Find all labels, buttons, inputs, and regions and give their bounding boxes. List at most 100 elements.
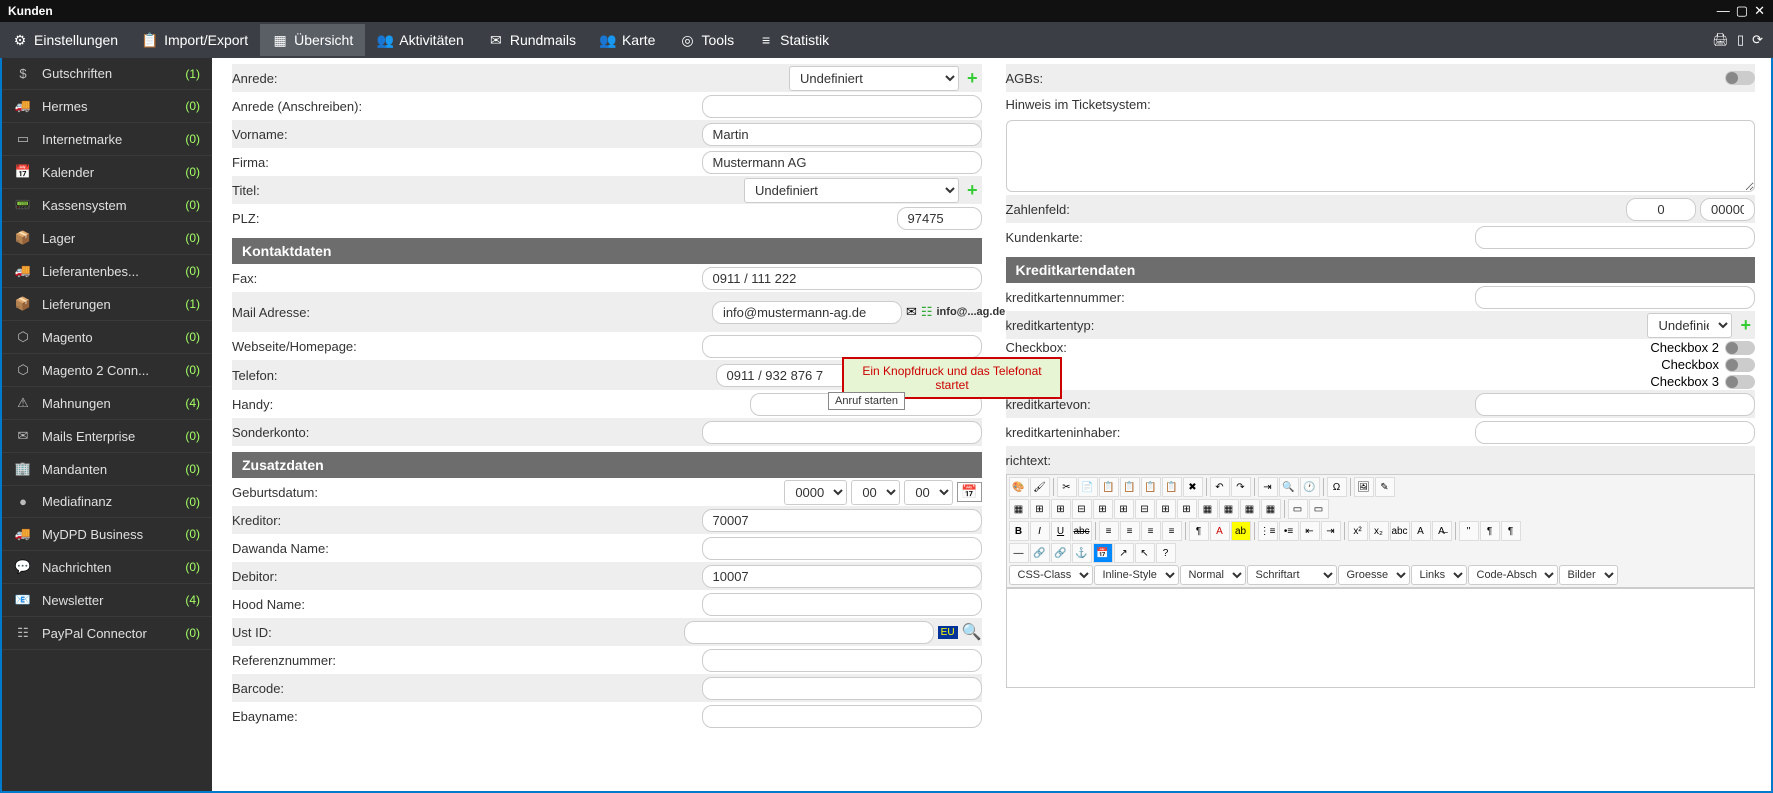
mail-server-icon[interactable]: ☷ (921, 304, 933, 320)
rt-align-left-icon[interactable]: ≡ (1099, 521, 1119, 541)
kktyp-select[interactable]: Undefiniert (1647, 313, 1732, 338)
sidebar-item-nachrichten[interactable]: 💬Nachrichten(0) (2, 551, 212, 584)
rt-align-right-icon[interactable]: ≡ (1141, 521, 1161, 541)
sidebar-item-lieferantenbes[interactable]: 🚚Lieferantenbes...(0) (2, 255, 212, 288)
rt-find-icon[interactable]: 🔍 (1279, 477, 1299, 497)
sidebar-item-mandanten[interactable]: 🏢Mandanten(0) (2, 453, 212, 486)
menu-einstellungen[interactable]: ⚙Einstellungen (0, 24, 130, 56)
rt-underline-icon[interactable]: U (1051, 521, 1071, 541)
rt-images-select[interactable]: Bilder (1559, 565, 1618, 585)
rt-cell2-icon[interactable]: ▦ (1219, 499, 1239, 519)
rt-layout2-icon[interactable]: ▭ (1309, 499, 1329, 519)
menu-statistik[interactable]: ≡Statistik (746, 24, 841, 56)
sidebar-item-paypal[interactable]: ☷PayPal Connector(0) (2, 617, 212, 650)
sidebar-item-kassensystem[interactable]: 📟Kassensystem(0) (2, 189, 212, 222)
rt-strike-icon[interactable]: abc (1072, 521, 1092, 541)
menu-aktivitaeten[interactable]: 👥Aktivitäten (365, 24, 476, 56)
device-icon[interactable]: ▯ (1737, 32, 1744, 48)
rt-size-select[interactable]: Groesse (1338, 565, 1410, 585)
rt-cursor-icon[interactable]: ↖ (1135, 543, 1155, 563)
checkbox3-toggle[interactable] (1725, 375, 1755, 389)
rt-cssclass-select[interactable]: CSS-Class (1009, 565, 1093, 585)
rt-clearfmt-icon[interactable]: A̶ (1432, 521, 1452, 541)
add-titel-button[interactable]: + (963, 180, 982, 201)
sidebar-item-gutschriften[interactable]: $Gutschriften(1) (2, 58, 212, 90)
rt-layout-icon[interactable]: ▭ (1288, 499, 1308, 519)
rt-indent-icon[interactable]: ⇥ (1321, 521, 1341, 541)
rt-ltr-icon[interactable]: ¶ (1189, 521, 1209, 541)
rt-paste-icon[interactable]: 📋 (1099, 477, 1119, 497)
rt-paste3-icon[interactable]: 📋 (1141, 477, 1161, 497)
rt-outdent-icon[interactable]: ⇤ (1300, 521, 1320, 541)
rt-row3-icon[interactable]: ⊟ (1072, 499, 1092, 519)
menu-rundmails[interactable]: ✉Rundmails (476, 24, 588, 56)
vorname-input[interactable] (702, 123, 982, 146)
rt-copy-icon[interactable]: 📄 (1078, 477, 1098, 497)
rt-normal-select[interactable]: Normal (1180, 565, 1246, 585)
sidebar-item-mails[interactable]: ✉Mails Enterprise(0) (2, 420, 212, 453)
add-kktyp-button[interactable]: + (1736, 315, 1755, 336)
sidebar-item-lieferungen[interactable]: 📦Lieferungen(1) (2, 288, 212, 321)
rt-links-select[interactable]: Links (1411, 565, 1467, 585)
rt-arrow-icon[interactable]: ↗ (1114, 543, 1134, 563)
rt-col3-icon[interactable]: ⊟ (1135, 499, 1155, 519)
rt-clock-icon[interactable]: 🕐 (1300, 477, 1320, 497)
rt-col-icon[interactable]: ⊞ (1093, 499, 1113, 519)
referenz-input[interactable] (702, 649, 982, 672)
anrede-select[interactable]: Undefiniert (789, 66, 959, 91)
print-icon[interactable]: 🖨 (1712, 32, 1729, 48)
eu-flag-icon[interactable]: EU (938, 626, 958, 639)
mail-input[interactable] (712, 301, 902, 324)
richtext-body[interactable] (1006, 588, 1756, 688)
rt-anchor-icon[interactable]: ⚓ (1072, 543, 1092, 563)
rt-split-icon[interactable]: ⊞ (1156, 499, 1176, 519)
rt-merge-icon[interactable]: ⊞ (1177, 499, 1197, 519)
rt-ul-icon[interactable]: •≡ (1279, 521, 1299, 541)
rt-bold-icon[interactable]: B (1009, 521, 1029, 541)
zahlenfeld2-input[interactable] (1700, 198, 1755, 221)
sidebar-item-magento2[interactable]: ⬡Magento 2 Conn...(0) (2, 354, 212, 387)
rt-ol-icon[interactable]: ⋮≡ (1258, 521, 1278, 541)
kknummer-input[interactable] (1475, 286, 1755, 309)
fax-input[interactable] (702, 267, 982, 290)
rt-pilcrow-icon[interactable]: ¶ (1480, 521, 1500, 541)
rt-undo-icon[interactable]: ↶ (1210, 477, 1230, 497)
rt-align-justify-icon[interactable]: ≡ (1162, 521, 1182, 541)
rt-font-select[interactable]: Schriftart (1247, 565, 1337, 585)
rt-smallcaps-icon[interactable]: abc (1390, 521, 1410, 541)
rt-inlinestyle-select[interactable]: Inline-Style (1094, 565, 1179, 585)
checkbox2-toggle[interactable] (1725, 341, 1755, 355)
geburt-year-select[interactable]: 0000 (784, 480, 847, 505)
ebayname-input[interactable] (702, 705, 982, 728)
barcode-input[interactable] (702, 677, 982, 700)
refresh-icon[interactable]: ⟳ (1752, 32, 1763, 48)
rt-allcaps-icon[interactable]: A (1411, 521, 1431, 541)
rt-quote-icon[interactable]: " (1459, 521, 1479, 541)
sidebar-item-lager[interactable]: 📦Lager(0) (2, 222, 212, 255)
agbs-toggle[interactable] (1725, 71, 1755, 85)
rt-cell-icon[interactable]: ▦ (1198, 499, 1218, 519)
rt-hr-icon[interactable]: — (1009, 543, 1029, 563)
menu-tools[interactable]: ◎Tools (667, 24, 746, 56)
sidebar-item-magento[interactable]: ⬡Magento(0) (2, 321, 212, 354)
anrede-anschreiben-input[interactable] (702, 95, 982, 118)
sidebar-item-mahnungen[interactable]: ⚠Mahnungen(4) (2, 387, 212, 420)
titel-select[interactable]: Undefiniert (744, 178, 959, 203)
mail-send-icon[interactable]: ✉ (906, 304, 917, 320)
plz-input[interactable] (897, 207, 982, 230)
minimize-button[interactable]: — (1717, 3, 1730, 19)
rt-date-icon[interactable]: 📅 (1093, 543, 1113, 563)
rt-bgcolor-icon[interactable]: ab (1231, 521, 1251, 541)
ustid-input[interactable] (684, 621, 934, 644)
rt-paste4-icon[interactable]: 📋 (1162, 477, 1182, 497)
add-anrede-button[interactable]: + (963, 68, 982, 89)
sidebar-item-hermes[interactable]: 🚚Hermes(0) (2, 90, 212, 123)
zahlenfeld1-input[interactable] (1626, 198, 1696, 221)
rt-row2-icon[interactable]: ⊞ (1051, 499, 1071, 519)
rt-paste2-icon[interactable]: 📋 (1120, 477, 1140, 497)
rt-link-icon[interactable]: 🔗 (1030, 543, 1050, 563)
rt-image-icon[interactable]: 🖼 (1354, 477, 1374, 497)
rt-help-icon[interactable]: ? (1156, 543, 1176, 563)
rt-palette-icon[interactable]: 🎨 (1009, 477, 1029, 497)
dawanda-input[interactable] (702, 537, 982, 560)
